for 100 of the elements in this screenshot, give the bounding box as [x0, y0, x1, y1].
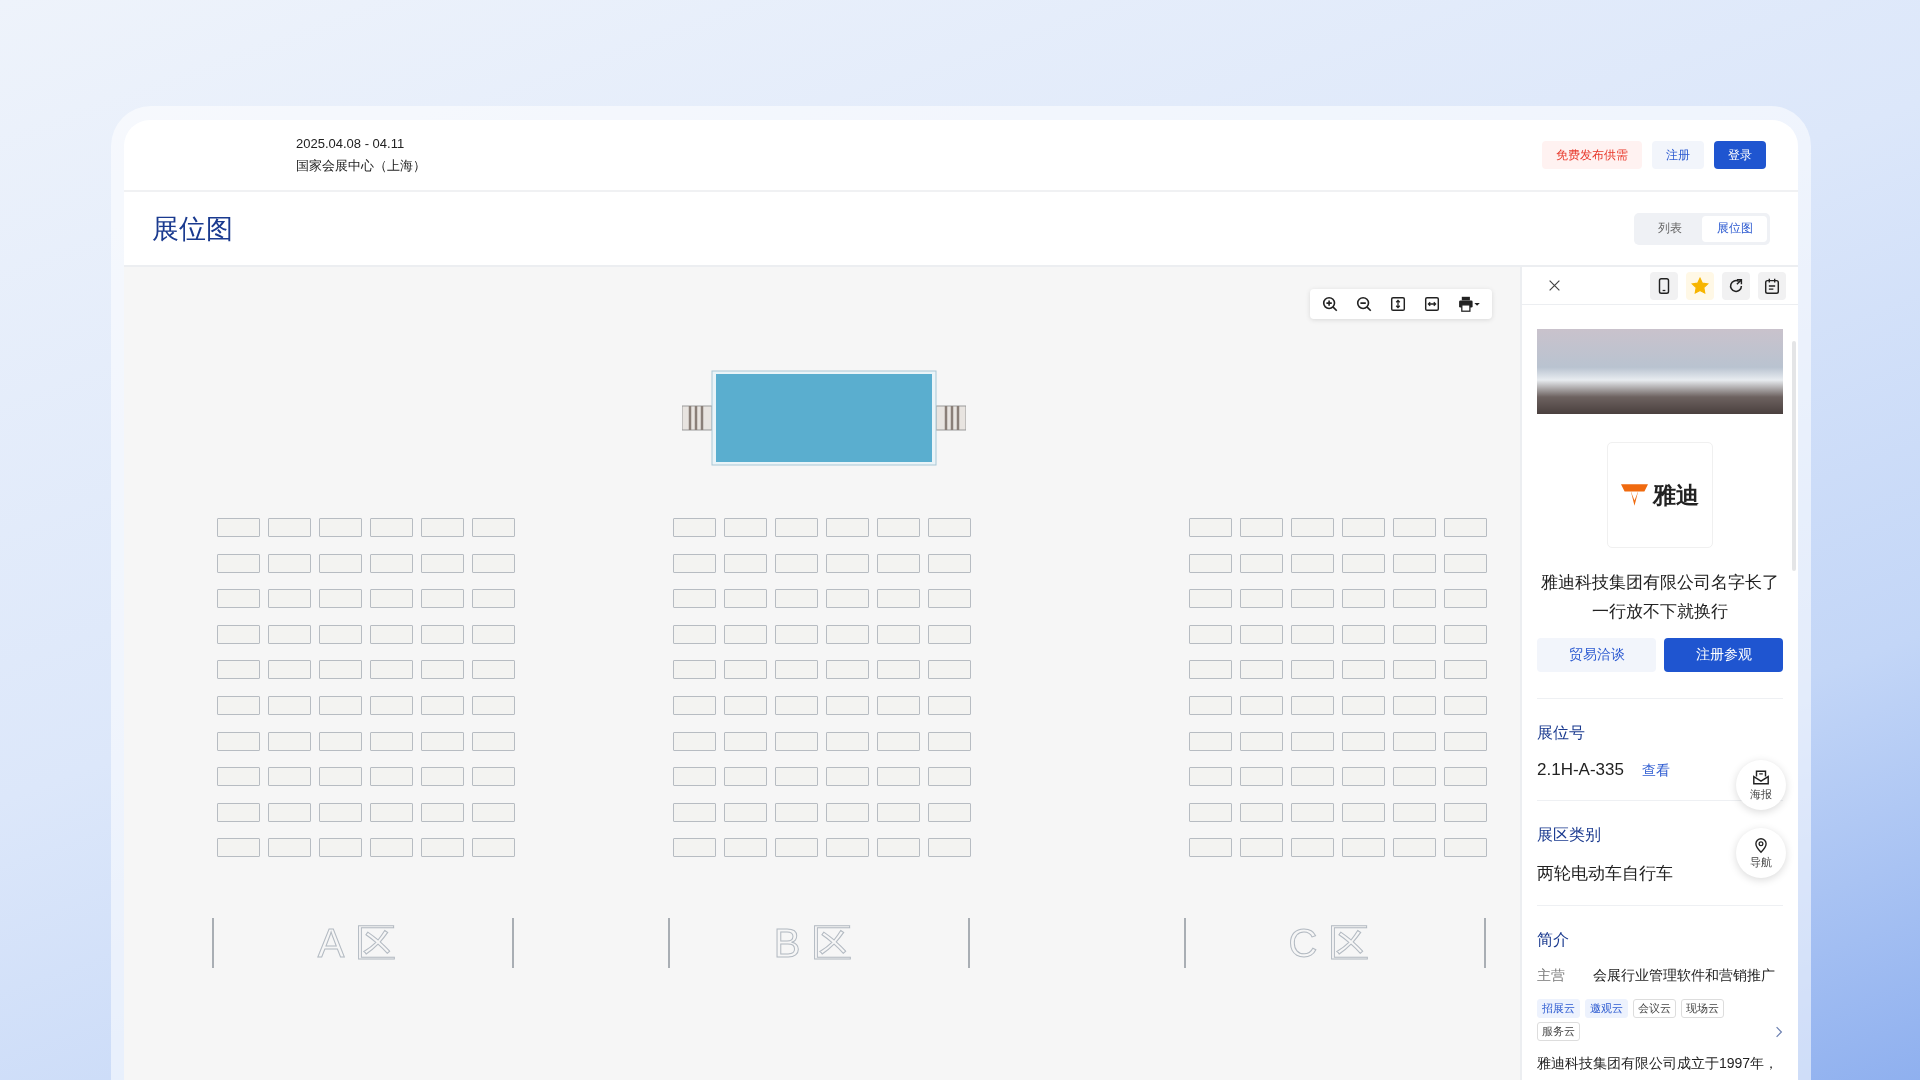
view-link[interactable]: 查看	[1641, 762, 1670, 780]
booth[interactable]	[268, 802, 311, 822]
booth[interactable]	[370, 660, 413, 680]
booth[interactable]	[826, 624, 869, 644]
poster-button[interactable]: 海报	[1736, 760, 1786, 810]
chevron-right-icon[interactable]	[1775, 1025, 1783, 1039]
booth[interactable]	[1189, 660, 1232, 680]
booth[interactable]	[673, 731, 716, 751]
booth[interactable]	[724, 802, 767, 822]
booth[interactable]	[217, 767, 260, 787]
booth[interactable]	[421, 802, 464, 822]
booth[interactable]	[472, 553, 515, 573]
booth[interactable]	[877, 767, 920, 787]
booth[interactable]	[826, 802, 869, 822]
booth[interactable]	[724, 624, 767, 644]
booth[interactable]	[370, 731, 413, 751]
booth[interactable]	[319, 589, 362, 609]
booth[interactable]	[268, 624, 311, 644]
booth[interactable]	[826, 660, 869, 680]
booth[interactable]	[1240, 660, 1283, 680]
booth[interactable]	[421, 553, 464, 573]
booth[interactable]	[724, 660, 767, 680]
booth[interactable]	[673, 589, 716, 609]
booth[interactable]	[421, 838, 464, 858]
booth[interactable]	[928, 767, 971, 787]
booth[interactable]	[1342, 767, 1385, 787]
booth[interactable]	[472, 624, 515, 644]
booth[interactable]	[217, 695, 260, 715]
booth[interactable]	[421, 624, 464, 644]
booth[interactable]	[724, 731, 767, 751]
booth[interactable]	[826, 589, 869, 609]
booth[interactable]	[775, 660, 818, 680]
booth[interactable]	[1240, 731, 1283, 751]
booth[interactable]	[775, 589, 818, 609]
booth[interactable]	[319, 731, 362, 751]
booth[interactable]	[775, 553, 818, 573]
navigation-button[interactable]: 导航	[1736, 828, 1786, 878]
share-button[interactable]	[1722, 271, 1750, 300]
booth[interactable]	[1393, 767, 1436, 787]
booth[interactable]	[370, 518, 413, 537]
register-visit-button[interactable]: 注册参观	[1664, 638, 1783, 672]
booth[interactable]	[319, 624, 362, 644]
booth[interactable]	[1393, 553, 1436, 573]
booth[interactable]	[928, 802, 971, 822]
booth[interactable]	[775, 802, 818, 822]
booth[interactable]	[724, 589, 767, 609]
booth[interactable]	[1444, 660, 1487, 680]
booth[interactable]	[472, 838, 515, 858]
booth[interactable]	[928, 695, 971, 715]
booth[interactable]	[1393, 731, 1436, 751]
booth[interactable]	[1342, 624, 1385, 644]
booth[interactable]	[877, 553, 920, 573]
booth[interactable]	[1189, 695, 1232, 715]
booth[interactable]	[1291, 767, 1334, 787]
booth[interactable]	[877, 838, 920, 858]
booth[interactable]	[319, 518, 362, 537]
booth[interactable]	[673, 660, 716, 680]
booth[interactable]	[472, 695, 515, 715]
booth[interactable]	[1240, 624, 1283, 644]
booth[interactable]	[928, 838, 971, 858]
booth[interactable]	[1342, 731, 1385, 751]
booth[interactable]	[1189, 589, 1232, 609]
booth[interactable]	[1342, 518, 1385, 537]
booth[interactable]	[1342, 660, 1385, 680]
booth[interactable]	[673, 838, 716, 858]
booth[interactable]	[928, 553, 971, 573]
booth[interactable]	[1240, 767, 1283, 787]
booth[interactable]	[319, 553, 362, 573]
booth[interactable]	[1189, 802, 1232, 822]
booth[interactable]	[370, 589, 413, 609]
booth[interactable]	[877, 802, 920, 822]
booth[interactable]	[370, 695, 413, 715]
booth[interactable]	[370, 767, 413, 787]
booth[interactable]	[319, 767, 362, 787]
booth[interactable]	[319, 660, 362, 680]
booth[interactable]	[1189, 553, 1232, 573]
booth[interactable]	[421, 731, 464, 751]
booth[interactable]	[877, 731, 920, 751]
booth[interactable]	[1393, 589, 1436, 609]
booth[interactable]	[268, 589, 311, 609]
booth[interactable]	[1444, 589, 1487, 609]
booth[interactable]	[928, 731, 971, 751]
booth[interactable]	[826, 767, 869, 787]
booth[interactable]	[775, 518, 818, 537]
booth[interactable]	[1444, 553, 1487, 573]
booth[interactable]	[826, 838, 869, 858]
booth[interactable]	[1291, 695, 1334, 715]
booth[interactable]	[268, 518, 311, 537]
booth[interactable]	[319, 838, 362, 858]
booth[interactable]	[1240, 589, 1283, 609]
booth[interactable]	[1189, 838, 1232, 858]
booth[interactable]	[217, 660, 260, 680]
booth[interactable]	[370, 624, 413, 644]
booth[interactable]	[724, 838, 767, 858]
booth[interactable]	[1444, 518, 1487, 537]
booth[interactable]	[1240, 802, 1283, 822]
booth[interactable]	[1342, 838, 1385, 858]
booth[interactable]	[928, 660, 971, 680]
booth[interactable]	[826, 553, 869, 573]
booth[interactable]	[1444, 802, 1487, 822]
